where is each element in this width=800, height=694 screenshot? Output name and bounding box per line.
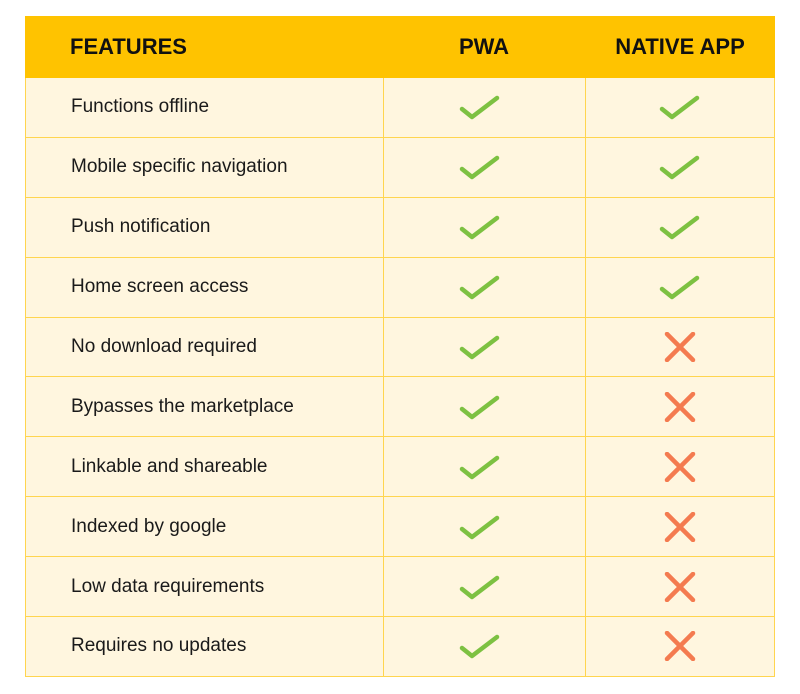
native-app-cell (585, 497, 775, 557)
feature-label: Requires no updates (25, 617, 383, 676)
cross-icon (664, 391, 696, 422)
table-row: Bypasses the marketplace (25, 377, 775, 438)
cross-icon (664, 451, 696, 482)
table-row: No download required (25, 317, 775, 378)
header-native-app: NATIVE APP (615, 34, 745, 59)
check-icon (459, 515, 499, 539)
header-features: FEATURES (70, 34, 187, 59)
feature-label: Linkable and shareable (25, 437, 383, 497)
check-icon (459, 335, 499, 360)
pwa-cell (383, 317, 585, 377)
cross-icon (664, 332, 696, 362)
native-app-cell (585, 197, 775, 257)
native-app-cell (585, 617, 775, 676)
pwa-cell (383, 617, 585, 676)
check-icon (459, 215, 499, 240)
check-icon (459, 395, 499, 420)
feature-label: Functions offline (25, 78, 383, 137)
native-app-cell (585, 557, 775, 617)
check-icon (459, 156, 499, 180)
pwa-cell (383, 557, 585, 617)
check-icon (459, 275, 499, 300)
pwa-cell (383, 197, 585, 257)
check-icon (459, 575, 499, 599)
feature-label: Indexed by google (25, 497, 383, 557)
native-app-cell (585, 78, 775, 137)
comparison-table: FEATURES PWA NATIVE APP Functions offlin… (25, 16, 775, 677)
feature-label: Mobile specific navigation (25, 137, 383, 197)
table-row: Requires no updates (25, 617, 775, 677)
cross-icon (664, 631, 696, 662)
check-icon (659, 96, 700, 120)
cross-icon (664, 571, 696, 602)
pwa-cell (383, 78, 585, 137)
table-row: Functions offline (25, 78, 775, 138)
native-app-cell (585, 257, 775, 317)
header-pwa: PWA (458, 34, 510, 59)
table-row: Linkable and shareable (25, 437, 775, 498)
native-app-cell (585, 317, 775, 377)
table-row: Mobile specific navigation (25, 137, 775, 198)
feature-label: Bypasses the marketplace (25, 377, 383, 437)
feature-label: Home screen access (25, 257, 383, 317)
table-row: Low data requirements (25, 557, 775, 618)
table-row: Push notification (25, 197, 775, 258)
pwa-cell (383, 377, 585, 437)
native-app-cell (585, 137, 775, 197)
pwa-cell (383, 137, 585, 197)
check-icon (459, 455, 499, 480)
table-header: FEATURES PWA NATIVE APP (25, 16, 775, 78)
feature-label: Push notification (25, 197, 383, 257)
check-icon (459, 635, 499, 659)
pwa-cell (383, 497, 585, 557)
check-icon (459, 96, 499, 120)
native-app-cell (585, 437, 775, 497)
feature-label: Low data requirements (25, 557, 383, 617)
check-icon (659, 215, 700, 240)
cross-icon (664, 511, 696, 542)
table-row: Indexed by google (25, 497, 775, 558)
pwa-cell (383, 437, 585, 497)
pwa-cell (383, 257, 585, 317)
feature-label: No download required (25, 317, 383, 377)
table-row: Home screen access (25, 257, 775, 318)
check-icon (659, 275, 700, 300)
check-icon (659, 156, 700, 180)
native-app-cell (585, 377, 775, 437)
